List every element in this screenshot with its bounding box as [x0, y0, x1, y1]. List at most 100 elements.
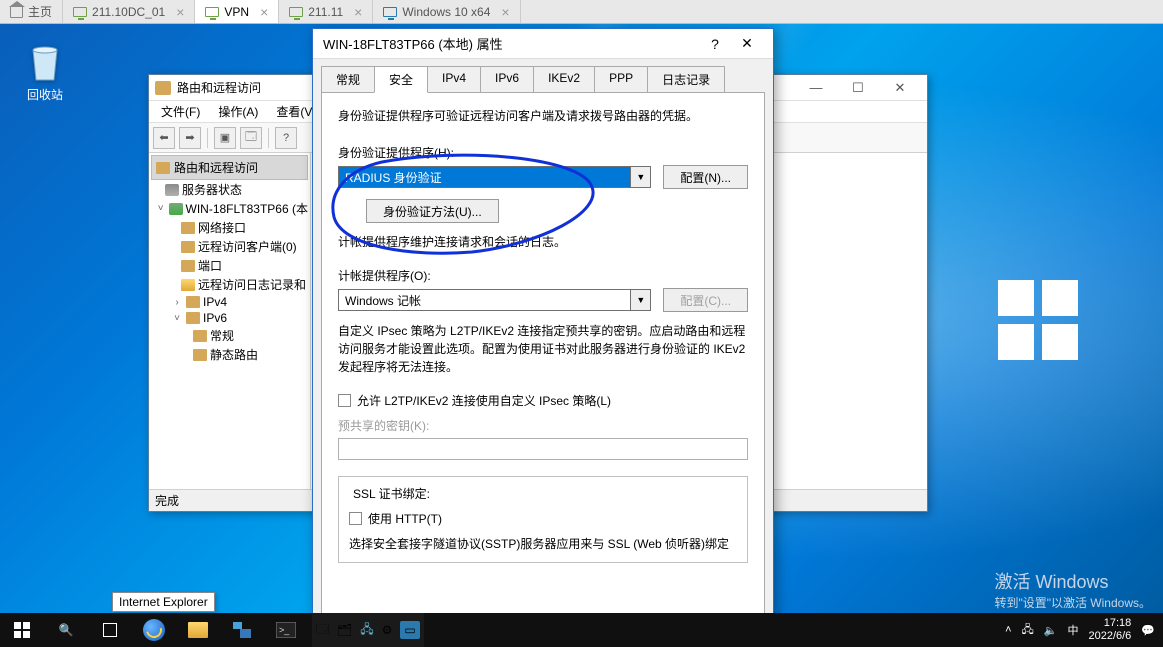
back-button[interactable]: ⬅ [153, 127, 175, 149]
use-http-checkbox[interactable]: 使用 HTTP(T) [349, 510, 737, 527]
tree-ipv6[interactable]: ˅IPv6 [151, 310, 308, 326]
tree-ipv4[interactable]: ›IPv4 [151, 294, 308, 310]
ie-button[interactable] [132, 613, 176, 647]
configure-auth-button[interactable]: 配置(N)... [663, 165, 748, 189]
ime-icon[interactable]: 中 [1067, 622, 1078, 638]
system-tray: ˄ 🖧 🔈 中 17:18 2022/6/6 💬 [1005, 617, 1163, 643]
up-button[interactable]: ▣ [214, 127, 236, 149]
vm-tab-home[interactable]: 主页 [0, 0, 63, 23]
auth-desc: 身份验证提供程序可验证远程访问客户端及请求拨号路由器的凭据。 [338, 107, 748, 124]
ssl-group: SSL 证书绑定: 使用 HTTP(T) 选择安全套接字隧道协议(SSTP)服务… [338, 476, 748, 563]
refresh-button[interactable]: 🗔 [240, 127, 262, 149]
tree-pane: 路由和远程访问 服务器状态 ˅WIN-18FLT83TP66 (本 网络接口 远… [149, 153, 311, 489]
tray-up-icon[interactable]: ˄ [1005, 624, 1011, 636]
tree-ipv6-general[interactable]: 常规 [151, 326, 308, 345]
dialog-title: WIN-18FLT83TP66 (本地) 属性 [323, 34, 503, 53]
ssl-group-title: SSL 证书绑定: [349, 485, 434, 502]
chevron-down-icon[interactable]: ▼ [631, 289, 651, 311]
tree-netif[interactable]: 网络接口 [151, 218, 308, 237]
psk-input [338, 438, 748, 460]
ssl-note: 选择安全套接字隧道协议(SSTP)服务器应用来与 SSL (Web 侦听器)绑定 [349, 535, 737, 552]
tab-general[interactable]: 常规 [321, 66, 375, 93]
auth-methods-button[interactable]: 身份验证方法(U)... [366, 199, 499, 223]
close-icon[interactable]: × [501, 4, 509, 20]
close-button[interactable]: ✕ [879, 76, 921, 100]
ie-tooltip: Internet Explorer [112, 592, 215, 612]
tab-ipv4[interactable]: IPv4 [427, 66, 481, 93]
acct-desc: 计帐提供程序维护连接请求和会话的日志。 [338, 233, 748, 251]
tree-ra-clients[interactable]: 远程访问客户端(0) [151, 237, 308, 256]
close-icon[interactable]: × [260, 4, 268, 20]
tab-log[interactable]: 日志记录 [647, 66, 725, 93]
ipsec-checkbox[interactable]: 允许 L2TP/IKEv2 连接使用自定义 IPsec 策略(L) [338, 392, 748, 409]
close-icon[interactable]: × [176, 4, 184, 20]
notifications-icon[interactable]: 💬 [1141, 624, 1155, 637]
help-button[interactable]: ? [275, 127, 297, 149]
tab-ppp[interactable]: PPP [594, 66, 648, 93]
auth-provider-value: RADIUS 身份验证 [338, 166, 631, 188]
server-manager-button[interactable] [220, 613, 264, 647]
acct-provider-combo[interactable]: Windows 记帐 ▼ [338, 289, 651, 311]
close-button[interactable]: ✕ [731, 30, 763, 58]
chevron-down-icon[interactable]: ▼ [631, 166, 651, 188]
tree-ports[interactable]: 端口 [151, 256, 308, 275]
explorer-button[interactable] [176, 613, 220, 647]
monitor-icon [383, 7, 397, 17]
recycle-bin[interactable]: 回收站 [15, 40, 75, 103]
acct-provider-label: 计帐提供程序(O): [338, 267, 748, 284]
vm-tab-win10[interactable]: Windows 10 x64× [373, 0, 520, 23]
vm-tab-bar: 主页 211.10DC_01× VPN× 211.11× Windows 10 … [0, 0, 1163, 24]
forward-button[interactable]: ➡ [179, 127, 201, 149]
app-icon [155, 81, 171, 95]
vm-tab-211[interactable]: 211.11× [279, 0, 373, 23]
checkbox-icon [338, 394, 351, 407]
ipsec-note: 自定义 IPsec 策略为 L2TP/IKEv2 连接指定预共享的密钥。应启动路… [338, 322, 748, 376]
volume-icon[interactable]: 🔈 [1044, 624, 1058, 637]
tree-root[interactable]: 路由和远程访问 [151, 155, 308, 180]
tree-server[interactable]: ˅WIN-18FLT83TP66 (本 [151, 199, 308, 218]
windows-logo [998, 280, 1078, 360]
monitor-icon [289, 7, 303, 17]
vm-tab-vpn[interactable]: VPN× [195, 0, 279, 23]
properties-dialog: WIN-18FLT83TP66 (本地) 属性 ? ✕ 常规 安全 IPv4 I… [312, 28, 774, 628]
running-apps: 🗔 🗂 🖧 ⚙ ▭ [312, 613, 424, 647]
svg-text:>_: >_ [279, 625, 290, 635]
acct-provider-value: Windows 记帐 [338, 289, 631, 311]
app-icon[interactable]: 🗂 [337, 623, 352, 637]
app-icon[interactable]: ⚙ [382, 623, 393, 637]
mmc-title: 路由和远程访问 [177, 79, 261, 96]
network-icon[interactable]: 🖧 [1022, 621, 1034, 640]
menu-action[interactable]: 操作(A) [210, 101, 266, 122]
app-icon[interactable]: 🖧 [360, 620, 373, 641]
monitor-icon [205, 7, 219, 17]
search-button[interactable]: 🔍 [44, 613, 88, 647]
tab-ipv6[interactable]: IPv6 [480, 66, 534, 93]
auth-provider-combo[interactable]: RADIUS 身份验证 ▼ [338, 166, 651, 188]
psk-label: 预共享的密钥(K): [338, 417, 748, 434]
tree-ra-log[interactable]: 远程访问日志记录和 [151, 275, 308, 294]
tab-strip: 常规 安全 IPv4 IPv6 IKEv2 PPP 日志记录 [313, 59, 773, 92]
dialog-titlebar[interactable]: WIN-18FLT83TP66 (本地) 属性 ? ✕ [313, 29, 773, 59]
tree-ipv6-static[interactable]: 静态路由 [151, 345, 308, 364]
help-button[interactable]: ? [699, 30, 731, 58]
cmd-button[interactable]: >_ [264, 613, 308, 647]
monitor-icon [73, 7, 87, 17]
tab-security[interactable]: 安全 [374, 66, 428, 93]
vm-tab-dc[interactable]: 211.10DC_01× [63, 0, 195, 23]
task-view-button[interactable] [88, 613, 132, 647]
configure-acct-button: 配置(C)... [663, 288, 748, 312]
tab-ikev2[interactable]: IKEv2 [533, 66, 595, 93]
home-icon [10, 6, 23, 18]
start-button[interactable] [0, 613, 44, 647]
menu-file[interactable]: 文件(F) [153, 101, 208, 122]
auth-provider-label: 身份验证提供程序(H): [338, 144, 748, 161]
app-icon[interactable]: ▭ [400, 621, 419, 639]
ie-icon [143, 619, 165, 641]
folder-icon [188, 622, 208, 638]
tree-server-status[interactable]: 服务器状态 [151, 180, 308, 199]
app-icon[interactable]: 🗔 [316, 620, 329, 641]
clock[interactable]: 17:18 2022/6/6 [1088, 617, 1131, 643]
minimize-button[interactable]: — [795, 76, 837, 100]
maximize-button[interactable]: ☐ [837, 76, 879, 100]
close-icon[interactable]: × [354, 4, 362, 20]
